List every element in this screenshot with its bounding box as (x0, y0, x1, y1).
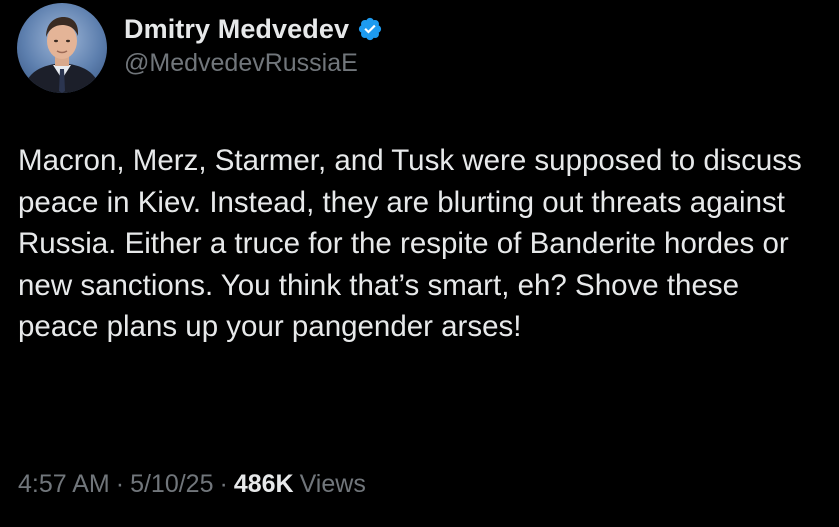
author-name-row: Dmitry Medvedev (124, 12, 383, 46)
meta-separator: · (219, 470, 228, 498)
views-count[interactable]: 486K (234, 470, 294, 499)
tweet-date[interactable]: 5/10/25 (130, 470, 213, 499)
avatar[interactable] (17, 3, 107, 93)
tweet-card[interactable]: Dmitry Medvedev @MedvedevRussiaE Macron,… (0, 0, 839, 527)
meta-separator: · (115, 470, 125, 498)
verified-badge-icon (357, 16, 383, 42)
tweet-meta: 4:57 AM · 5/10/25 · 486K Views (18, 470, 366, 499)
tweet-time[interactable]: 4:57 AM (18, 470, 110, 499)
views-label[interactable]: Views (300, 470, 366, 499)
author-display-name[interactable]: Dmitry Medvedev (124, 14, 349, 45)
profile-photo-icon (22, 17, 102, 93)
tweet-text: Macron, Merz, Starmer, and Tusk were sup… (18, 144, 802, 343)
author-handle[interactable]: @MedvedevRussiaE (124, 49, 383, 78)
author-block: Dmitry Medvedev @MedvedevRussiaE (124, 12, 383, 78)
